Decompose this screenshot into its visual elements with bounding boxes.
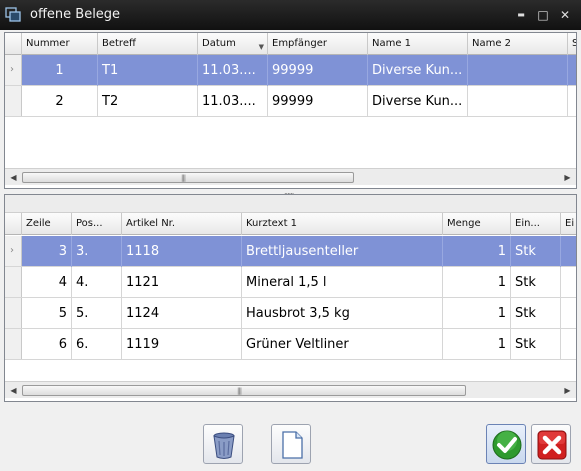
cell-menge[interactable]: 1 (443, 329, 511, 360)
column-header-ei[interactable]: Ei (561, 213, 576, 235)
row-indicator: › (5, 236, 22, 266)
column-header-kurztext[interactable]: Kurztext 1 (242, 213, 443, 235)
scrollbar-grip: ||| (181, 174, 186, 182)
cell-menge[interactable]: 1 (443, 236, 511, 267)
table-row[interactable]: 2 T2 11.03.... 99999 Diverse Kun... (5, 86, 576, 117)
app-window-icon (5, 7, 21, 23)
row-indicator (5, 329, 22, 359)
row-indicator-arrow-icon: › (10, 64, 14, 75)
dialog-window: offene Belege ▬ □ ✕ Nummer Betreff Datum… (0, 0, 581, 471)
cell-zeile[interactable]: 4 (22, 267, 72, 298)
cross-icon (537, 430, 567, 460)
cell-kurztext[interactable]: Hausbrot 3,5 kg (242, 298, 443, 329)
cancel-button[interactable] (531, 424, 571, 464)
table-row[interactable]: 5 5. 1124 Hausbrot 3,5 kg 1 Stk (5, 298, 576, 329)
cell-position[interactable]: 4. (72, 267, 122, 298)
row-indicator (5, 298, 22, 328)
checkmark-icon (492, 430, 522, 460)
table-row[interactable]: › 3 3. 1118 Brettljausenteller 1 Stk (5, 236, 576, 267)
row-indicator (5, 86, 22, 116)
cell-zeile[interactable]: 3 (22, 236, 72, 267)
maximize-icon[interactable]: □ (536, 8, 550, 22)
ok-button[interactable] (486, 424, 526, 464)
cell-betreff[interactable]: T1 (98, 55, 198, 86)
scroll-right-icon[interactable]: ▶ (559, 169, 576, 186)
horizontal-scrollbar[interactable]: ◀ ||| ▶ (5, 381, 576, 398)
horizontal-scrollbar[interactable]: ◀ ||| ▶ (5, 168, 576, 185)
cell-position[interactable]: 5. (72, 298, 122, 329)
cell-zeile[interactable]: 6 (22, 329, 72, 360)
cell-empfaenger[interactable]: 99999 (268, 86, 368, 117)
scroll-left-icon[interactable]: ◀ (5, 382, 22, 399)
delete-button[interactable] (203, 424, 243, 464)
column-header-position[interactable]: Pos... (72, 213, 122, 235)
cell-nummer[interactable]: 1 (22, 55, 98, 86)
cell-betreff[interactable]: T2 (98, 86, 198, 117)
header-indicator-cell (5, 213, 22, 235)
cell-einheit[interactable]: Stk (511, 298, 561, 329)
row-indicator: › (5, 55, 22, 85)
scroll-left-icon[interactable]: ◀ (5, 169, 22, 186)
cell-einheit[interactable]: Stk (511, 329, 561, 360)
header-indicator-cell (5, 33, 22, 55)
row-indicator (5, 267, 22, 297)
cell-einheit[interactable]: Stk (511, 236, 561, 267)
cell-name2[interactable] (468, 86, 568, 117)
cell-datum[interactable]: 11.03.... (198, 55, 268, 86)
trash-bin-icon (213, 432, 235, 459)
positionen-header-row: Zeile Pos... Artikel Nr. Kurztext 1 Meng… (5, 213, 576, 235)
row-indicator-arrow-icon: › (10, 245, 14, 256)
scrollbar-thumb[interactable]: ||| (22, 172, 354, 183)
cell-menge[interactable]: 1 (443, 298, 511, 329)
column-header-nummer[interactable]: Nummer (22, 33, 98, 55)
cell-kurztext[interactable]: Brettljausenteller (242, 236, 443, 267)
cell-nummer[interactable]: 2 (22, 86, 98, 117)
title-bar[interactable]: offene Belege ▬ □ ✕ (0, 0, 581, 30)
belege-grid[interactable]: Nummer Betreff Datum ▼ Empfänger Name 1 … (4, 32, 577, 189)
sort-descending-icon: ▼ (258, 43, 264, 51)
cell-einheit[interactable]: Stk (511, 267, 561, 298)
cell-name2[interactable] (468, 55, 568, 86)
column-header-datum[interactable]: Datum ▼ (198, 33, 268, 55)
cell-artikel-nr[interactable]: 1124 (122, 298, 242, 329)
positionen-grid[interactable]: Zeile Pos... Artikel Nr. Kurztext 1 Meng… (4, 194, 577, 402)
group-by-panel[interactable] (5, 195, 576, 213)
cell-name1[interactable]: Diverse Kun... (368, 86, 468, 117)
cell-artikel-nr[interactable]: 1118 (122, 236, 242, 267)
table-row[interactable]: › 1 T1 11.03.... 99999 Diverse Kun... (5, 55, 576, 86)
cell-kurztext[interactable]: Mineral 1,5 l (242, 267, 443, 298)
cell-artikel-nr[interactable]: 1121 (122, 267, 242, 298)
cell-kurztext[interactable]: Grüner Veltliner (242, 329, 443, 360)
blank-document-icon (282, 431, 303, 459)
cell-zeile[interactable]: 5 (22, 298, 72, 329)
column-header-betreff[interactable]: Betreff (98, 33, 198, 55)
scrollbar-thumb[interactable]: ||| (22, 385, 466, 396)
column-header-menge[interactable]: Menge (443, 213, 511, 235)
column-header-zeile[interactable]: Zeile (22, 213, 72, 235)
column-header-datum-label: Datum (202, 38, 236, 49)
cell-artikel-nr[interactable]: 1119 (122, 329, 242, 360)
column-header-name2[interactable]: Name 2 (468, 33, 568, 55)
cell-position[interactable]: 3. (72, 236, 122, 267)
scrollbar-grip: ||| (237, 387, 242, 395)
column-header-name1[interactable]: Name 1 (368, 33, 468, 55)
column-header-einheit[interactable]: Ein... (511, 213, 561, 235)
cell-position[interactable]: 6. (72, 329, 122, 360)
belege-header-row: Nummer Betreff Datum ▼ Empfänger Name 1 … (5, 33, 576, 55)
cell-datum[interactable]: 11.03.... (198, 86, 268, 117)
table-row[interactable]: 4 4. 1121 Mineral 1,5 l 1 Stk (5, 267, 576, 298)
cell-menge[interactable]: 1 (443, 267, 511, 298)
cell-name1[interactable]: Diverse Kun... (368, 55, 468, 86)
column-header-empfaenger[interactable]: Empfänger (268, 33, 368, 55)
close-icon[interactable]: ✕ (558, 8, 572, 22)
new-document-button[interactable] (271, 424, 311, 464)
column-header-artikel-nr[interactable]: Artikel Nr. (122, 213, 242, 235)
scroll-right-icon[interactable]: ▶ (559, 382, 576, 399)
cell-empfaenger[interactable]: 99999 (268, 55, 368, 86)
minimize-icon[interactable]: ▬ (514, 8, 528, 22)
table-row[interactable]: 6 6. 1119 Grüner Veltliner 1 Stk (5, 329, 576, 360)
window-title: offene Belege (30, 7, 121, 22)
column-header-s[interactable]: S (568, 33, 576, 55)
